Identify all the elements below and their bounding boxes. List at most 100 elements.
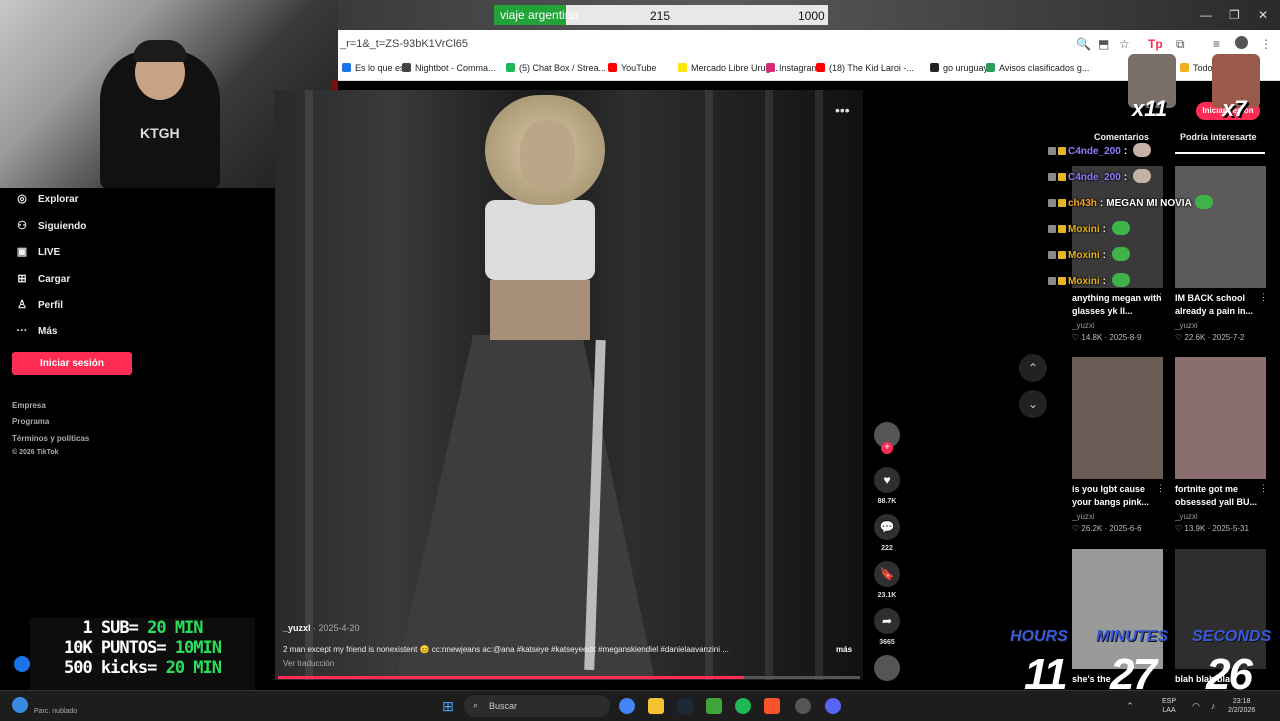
sidebar-item-perfil[interactable]: ♙ Perfil	[14, 298, 63, 311]
bookmark-item[interactable]: (18) The Kid Laroi -...	[816, 63, 914, 73]
comment-icon[interactable]: 💬	[874, 514, 900, 540]
minimize-icon[interactable]: —	[1200, 8, 1212, 22]
suggested-video-caption[interactable]: fortnite got me obsessed yall BU...	[1175, 483, 1265, 509]
bookmark-favicon-icon	[402, 63, 411, 72]
footer-link-terms[interactable]: Términos y políticas	[12, 434, 89, 443]
steam-icon[interactable]	[677, 698, 693, 714]
tab-comments[interactable]: Comentarios	[1094, 132, 1149, 142]
like-button[interactable]: ♥ 88.7K	[873, 467, 901, 505]
sidebar-item-live[interactable]: ▣ LIVE	[14, 245, 60, 258]
suggested-video-thumbnail[interactable]	[1175, 166, 1266, 288]
sidebar-item-label: Siguiendo	[38, 220, 87, 232]
spotify-icon[interactable]	[735, 698, 751, 714]
volume-icon[interactable]: ♪	[1205, 698, 1221, 714]
obs-icon[interactable]	[795, 698, 811, 714]
seconds-label: SECONDS	[1192, 628, 1272, 645]
menu-icon[interactable]: ⋮	[1260, 37, 1272, 51]
zoom-icon[interactable]: 🔍	[1076, 37, 1091, 51]
install-icon[interactable]: ⬒	[1098, 37, 1109, 51]
previous-video-button[interactable]: ⌃	[1019, 354, 1047, 382]
sidebar-item-cargar[interactable]: ⊞ Cargar	[14, 272, 70, 285]
user-follow-icon: ⚇	[17, 219, 27, 232]
suggested-video-caption[interactable]: is you lgbt cause your bangs pink...	[1072, 483, 1162, 509]
suggested-video-thumbnail[interactable]	[1072, 357, 1163, 479]
media-icon[interactable]: ≡	[1213, 37, 1220, 51]
multiplier-1: x11	[1132, 96, 1168, 121]
video-player[interactable]: •••	[275, 90, 863, 680]
suggested-video-thumbnail[interactable]	[1175, 357, 1266, 479]
card-options-icon[interactable]: ⋮	[1156, 292, 1165, 303]
weather-text[interactable]: Parc. nublado	[34, 708, 77, 715]
brave-icon[interactable]	[764, 698, 780, 714]
card-options-icon[interactable]: ⋮	[1156, 483, 1165, 494]
url-text[interactable]: _r=1&_t=ZS-93bK1VrCl65	[340, 38, 468, 50]
start-icon[interactable]: ⊞	[440, 698, 456, 714]
chat-separator: :	[1123, 146, 1128, 157]
tray-chevron-icon[interactable]: ⌃	[1122, 698, 1138, 714]
puzzle-icon[interactable]: ⧉	[1176, 37, 1185, 52]
star-icon[interactable]: ☆	[1119, 37, 1130, 51]
sidebar-item-siguiendo[interactable]: ⚇ Siguiendo	[14, 219, 86, 232]
bookmark-item[interactable]: Avisos clasificados g...	[986, 63, 1089, 73]
bookmark-item[interactable]: Mercado Libre Urug...	[678, 63, 778, 73]
card-likes: ♡ 13.9K	[1175, 524, 1206, 533]
sound-avatar[interactable]	[874, 655, 900, 681]
caption-more-link[interactable]: más	[836, 645, 852, 654]
suggested-video-caption[interactable]: anything megan with glasses yk ll...	[1072, 292, 1162, 318]
video-progress-bar[interactable]	[278, 676, 860, 679]
card-author[interactable]: _yuzxi	[1175, 512, 1198, 521]
bookmark-icon[interactable]: 🔖	[874, 561, 900, 587]
weather-icon[interactable]	[12, 697, 28, 713]
video-author[interactable]: _yuzxl · 2025-4-20	[283, 623, 360, 633]
card-options-icon[interactable]: ⋮	[1259, 483, 1268, 494]
maximize-icon[interactable]: ❐	[1229, 8, 1240, 22]
extension-icon[interactable]: Tp	[1148, 37, 1163, 51]
rule-line: 10K PUNTOS= 10MIN	[63, 638, 222, 658]
video-options-icon[interactable]: •••	[835, 102, 850, 118]
bookmark-favicon-icon	[816, 63, 825, 72]
sidebar-item-explorar[interactable]: ◎ Explorar	[14, 192, 78, 205]
minecraft-icon[interactable]	[706, 698, 722, 714]
language-indicator[interactable]: ESP LAA	[1162, 697, 1176, 715]
close-icon[interactable]: ✕	[1258, 8, 1268, 22]
bookmark-item[interactable]: YouTube	[608, 63, 656, 73]
card-author[interactable]: _yuzxi	[1072, 512, 1095, 521]
card-author[interactable]: _yuzxi	[1072, 321, 1095, 330]
suggested-video-caption[interactable]: IM BACK school already a pain in...	[1175, 292, 1265, 318]
discord-icon[interactable]	[825, 698, 841, 714]
sound-avatar-button[interactable]	[873, 655, 901, 681]
share-button[interactable]: ➦ 3665	[873, 608, 901, 646]
badge-icon	[1048, 225, 1056, 233]
shirt-logo: KTGH	[140, 125, 180, 141]
bookmark-item[interactable]: (5) Chat Box / Strea...	[506, 63, 606, 73]
chat-message: Moxini:	[1048, 221, 1131, 235]
author-avatar-button[interactable]: +	[873, 422, 901, 454]
translate-link[interactable]: Ver traducción	[283, 659, 334, 668]
emote-icon	[1194, 195, 1213, 209]
clock[interactable]: 23:18 2/2/2026	[1228, 697, 1255, 715]
tab-suggested[interactable]: Podría interesarte	[1180, 132, 1257, 142]
heart-icon[interactable]: ♥	[874, 467, 900, 493]
card-options-icon[interactable]: ⋮	[1259, 292, 1268, 303]
wifi-icon[interactable]: ◠	[1188, 698, 1204, 714]
save-button[interactable]: 🔖 23.1K	[873, 561, 901, 599]
comment-button[interactable]: 💬 222	[873, 514, 901, 552]
sidebar-item-label: Cargar	[38, 273, 71, 285]
share-icon[interactable]: ➦	[874, 608, 900, 634]
sidebar-item-más[interactable]: ··· Más	[14, 325, 58, 337]
card-author[interactable]: _yuzxi	[1175, 321, 1198, 330]
footer-link-empresa[interactable]: Empresa	[12, 401, 46, 410]
chrome-icon[interactable]	[619, 698, 635, 714]
bookmark-item[interactable]: Nightbot - Comma...	[402, 63, 496, 73]
follow-plus-icon[interactable]: +	[881, 442, 893, 454]
goal-label: viaje argentina	[500, 8, 579, 22]
next-video-button[interactable]: ⌄	[1019, 390, 1047, 418]
goal-current: 215	[650, 9, 671, 23]
bookmark-item[interactable]: Instagram	[766, 63, 819, 73]
folder-icon[interactable]	[648, 698, 664, 714]
sidebar-login-button[interactable]: Iniciar sesión	[12, 352, 132, 375]
footer-link-programa[interactable]: Programa	[12, 417, 49, 426]
taskbar-search[interactable]: ⌕ Buscar	[464, 695, 610, 717]
bookmark-item[interactable]: go uruguay	[930, 63, 988, 73]
profile-avatar-icon[interactable]	[1235, 36, 1248, 49]
